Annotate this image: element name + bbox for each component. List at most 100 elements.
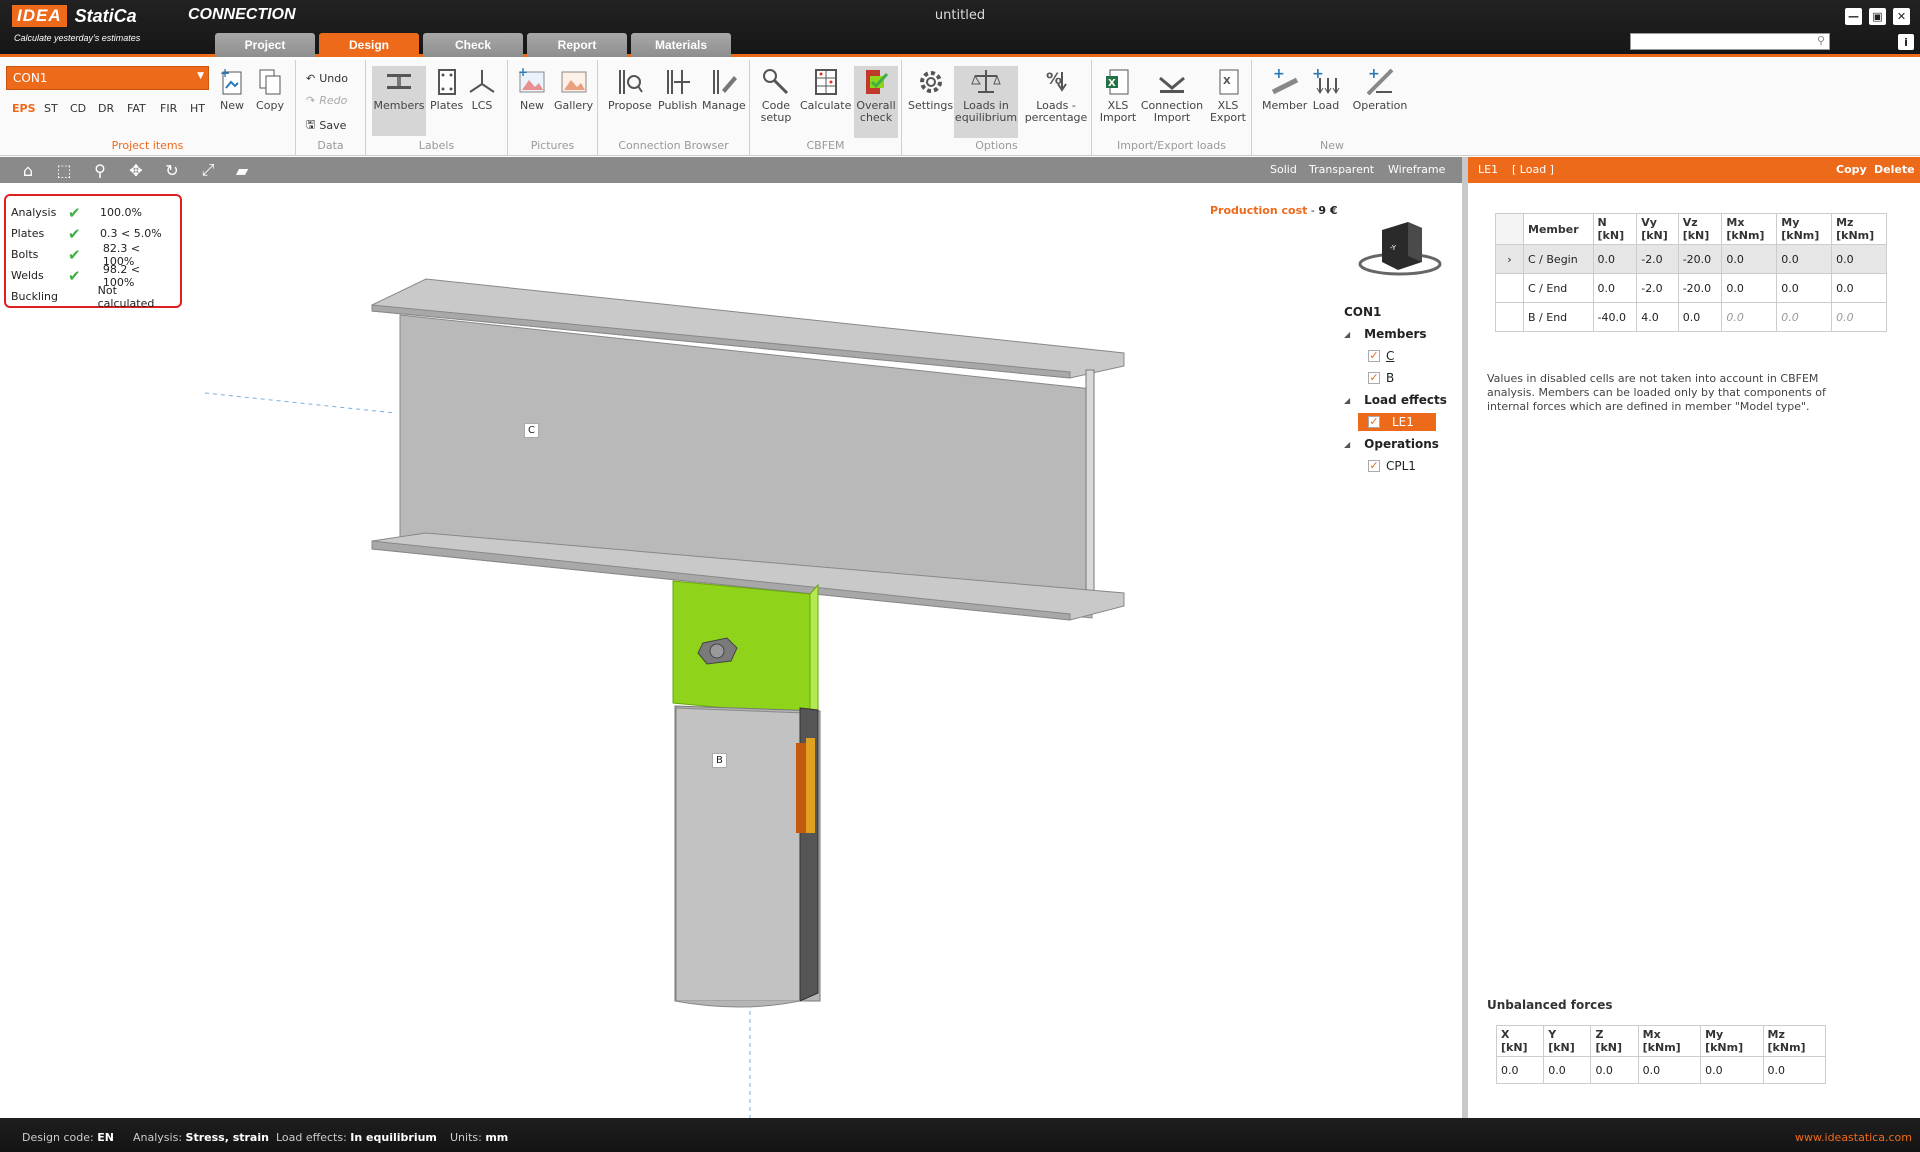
xls-import-button[interactable]: X XLS Import [1098, 66, 1138, 124]
save-button[interactable]: 🖫 Save [306, 116, 346, 135]
eraser-icon[interactable]: ▰ [232, 160, 252, 180]
tab-report[interactable]: Report [527, 33, 627, 57]
tree-operation-cpl1[interactable]: ✓ CPL1 [1368, 459, 1416, 473]
xls-export-button[interactable]: X XLS Export [1208, 66, 1248, 124]
fit-view-icon[interactable]: ⤢ [198, 160, 218, 180]
standard-ht[interactable]: HT [190, 102, 205, 115]
table-row[interactable]: › C / Begin 0.0 -2.0 -20.0 0.0 0.0 0.0 [1495, 244, 1887, 274]
tree-operations-node[interactable]: ◢ Operations [1344, 437, 1439, 451]
loads-percentage-button[interactable]: % Loads - percentage [1024, 66, 1088, 124]
labels-lcs-button[interactable]: LCS [466, 66, 498, 112]
labels-plates-button[interactable]: Plates [430, 66, 463, 112]
standard-dr[interactable]: DR [98, 102, 114, 115]
checkbox-checked-icon[interactable]: ✓ [1368, 460, 1380, 472]
tree-members-node[interactable]: ◢ Members [1344, 327, 1427, 341]
view-wireframe[interactable]: Wireframe [1388, 163, 1445, 176]
cell-value[interactable]: -40.0 [1592, 302, 1638, 332]
tab-check[interactable]: Check [423, 33, 523, 57]
tree-member-c[interactable]: ✓ C [1368, 349, 1394, 363]
maximize-icon[interactable]: ▣ [1869, 8, 1886, 25]
collapse-icon[interactable]: ◢ [1344, 330, 1350, 339]
new-operation-button[interactable]: + Operation [1352, 66, 1408, 112]
home-icon[interactable]: ⌂ [18, 160, 38, 180]
settings-button[interactable]: Settings [908, 66, 953, 112]
tree-root[interactable]: CON1 [1344, 305, 1381, 319]
row-selector-cell[interactable] [1495, 273, 1524, 303]
standard-eps[interactable]: EPS [12, 102, 36, 115]
tab-design[interactable]: Design [319, 33, 419, 57]
cell-value[interactable]: -2.0 [1636, 273, 1679, 303]
cell-value[interactable]: -20.0 [1677, 244, 1723, 274]
navigation-cube-icon[interactable]: -Y [1352, 216, 1448, 280]
close-icon[interactable]: ✕ [1893, 8, 1910, 25]
wrench-icon [763, 69, 789, 95]
new-load-button[interactable]: + Load [1310, 66, 1342, 112]
checkbox-checked-icon[interactable]: ✓ [1368, 372, 1380, 384]
propose-icon [618, 70, 643, 94]
cell-value[interactable]: -2.0 [1636, 244, 1679, 274]
propose-button[interactable]: Propose [608, 66, 652, 112]
standard-fir[interactable]: FIR [160, 102, 177, 115]
redo-button[interactable]: ↷ Redo [306, 94, 347, 107]
standard-fat[interactable]: FAT [127, 102, 146, 115]
manage-button[interactable]: Manage [702, 66, 746, 112]
copy-load-button[interactable]: Copy [1836, 163, 1867, 176]
collapse-icon[interactable]: ◢ [1344, 396, 1350, 405]
cell-value[interactable]: -20.0 [1677, 273, 1723, 303]
loads-in-equilibrium-button[interactable]: Loads in equilibrium [954, 66, 1018, 138]
search-icon[interactable]: ⚲ [1817, 34, 1825, 47]
cell-value[interactable]: 0.0 [1721, 273, 1778, 303]
search-input[interactable]: ⚲ [1630, 33, 1830, 50]
publish-button[interactable]: Publish [658, 66, 697, 112]
standard-cd[interactable]: CD [70, 102, 86, 115]
row-selector-cell[interactable] [1495, 302, 1524, 332]
new-member-button[interactable]: + Member [1262, 66, 1307, 112]
website-link[interactable]: www.ideastatica.com [1795, 1131, 1912, 1144]
overall-check-button[interactable]: Overall check [854, 66, 898, 138]
tab-materials[interactable]: Materials [631, 33, 731, 57]
rotate-icon[interactable]: ↻ [162, 160, 182, 180]
checkbox-checked-icon[interactable]: ✓ [1368, 350, 1380, 362]
tree-load-effects-node[interactable]: ◢ Load effects [1344, 393, 1447, 407]
row-selector-icon[interactable]: › [1495, 244, 1524, 274]
checkbox-checked-icon[interactable]: ✓ [1368, 416, 1380, 428]
picture-new-button[interactable]: + New [516, 66, 548, 112]
project-item-select[interactable]: CON1 ▼ [6, 66, 209, 90]
pan-icon[interactable]: ✥ [126, 160, 146, 180]
tab-project[interactable]: Project [215, 33, 315, 57]
new-item-button[interactable]: + New [216, 66, 248, 112]
undo-button[interactable]: ↶ Undo [306, 72, 348, 85]
tree-member-b[interactable]: ✓ B [1368, 371, 1394, 385]
connection-import-button[interactable]: Connection Import [1140, 66, 1204, 124]
minimize-icon[interactable]: — [1845, 8, 1862, 25]
view-solid[interactable]: Solid [1270, 163, 1297, 176]
cell-value[interactable]: 0.0 [1831, 273, 1887, 303]
collapse-icon[interactable]: ◢ [1344, 440, 1350, 449]
cell-value[interactable]: 0.0 [1592, 273, 1638, 303]
cell-value[interactable]: 0.0 [1776, 273, 1833, 303]
3d-viewport[interactable]: C B [0, 183, 1462, 1118]
code-setup-button[interactable]: Code setup [756, 66, 796, 124]
group-connection-browser: Propose Publish Manage Connection Browse… [598, 60, 750, 156]
cell-value[interactable]: 0.0 [1592, 244, 1638, 274]
table-row[interactable]: B / End -40.0 4.0 0.0 0.0 0.0 0.0 [1495, 302, 1887, 332]
info-icon[interactable]: i [1898, 34, 1914, 50]
labels-members-button[interactable]: Members [372, 66, 426, 136]
copy-item-button[interactable]: Copy [254, 66, 286, 112]
delete-load-button[interactable]: Delete [1874, 163, 1915, 176]
cell-value[interactable]: 4.0 [1636, 302, 1679, 332]
table-row[interactable]: C / End 0.0 -2.0 -20.0 0.0 0.0 0.0 [1495, 273, 1887, 303]
cell-value[interactable]: 0.0 [1776, 244, 1833, 274]
standard-st[interactable]: ST [44, 102, 58, 115]
cell-value[interactable]: 0.0 [1831, 244, 1887, 274]
zoom-icon[interactable]: ⚲ [90, 160, 110, 180]
view-transparent[interactable]: Transparent [1309, 163, 1374, 176]
calculate-button[interactable]: Calculate [800, 66, 851, 112]
gallery-button[interactable]: Gallery [554, 66, 593, 112]
zoom-window-icon[interactable]: ⬚ [54, 160, 74, 180]
tree-load-effect-le1[interactable]: ✓ LE1 [1358, 413, 1436, 431]
status-units: Units: mm [450, 1131, 509, 1144]
check-icon: ✔ [68, 203, 81, 222]
cell-value[interactable]: 0.0 [1677, 302, 1723, 332]
cell-value[interactable]: 0.0 [1721, 244, 1778, 274]
